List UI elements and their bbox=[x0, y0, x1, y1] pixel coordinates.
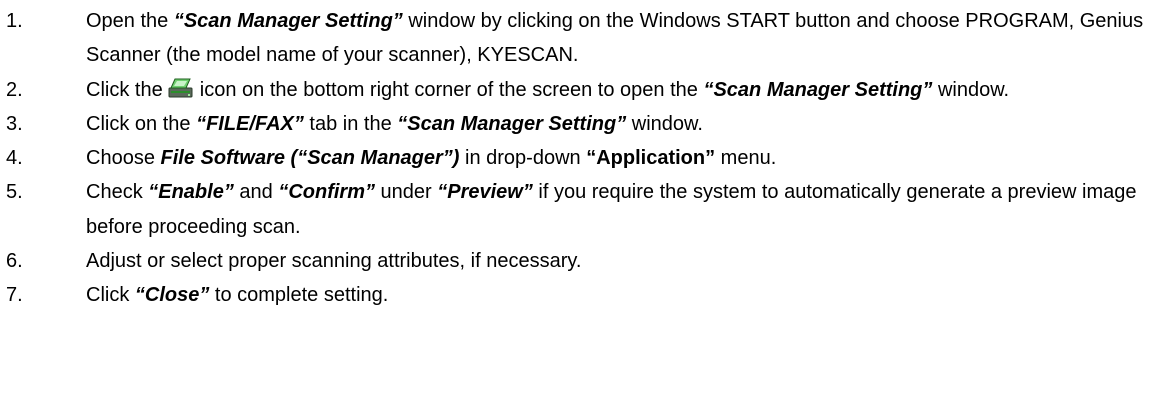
emphasis-text: “Confirm” bbox=[278, 181, 375, 204]
step-number: 7. bbox=[6, 284, 23, 307]
list-item: 6. Adjust or select proper scanning attr… bbox=[0, 244, 1159, 278]
step-text: Check bbox=[86, 181, 149, 204]
emphasis-text: “Enable” bbox=[148, 181, 234, 204]
list-item: 1. Open the “Scan Manager Setting” windo… bbox=[0, 4, 1159, 73]
step-number: 3. bbox=[6, 112, 23, 135]
step-text: in drop-down bbox=[459, 147, 587, 170]
instruction-list: 1. Open the “Scan Manager Setting” windo… bbox=[0, 4, 1159, 313]
list-item: 3. Click on the “FILE/FAX” tab in the “S… bbox=[0, 107, 1159, 141]
emphasis-text: “Preview” bbox=[437, 181, 533, 204]
emphasis-text: “FILE/FAX” bbox=[196, 112, 304, 135]
step-text: Click on the bbox=[86, 112, 197, 135]
step-text: Click the bbox=[86, 78, 169, 101]
step-text: Open the bbox=[86, 10, 174, 32]
step-text: Adjust or select proper scanning attribu… bbox=[86, 250, 582, 273]
emphasis-text: “Close” bbox=[134, 284, 210, 307]
step-text: to complete setting. bbox=[209, 284, 389, 307]
emphasis-text: “Scan Manager Setting” bbox=[173, 10, 403, 32]
scanner-tray-icon bbox=[168, 76, 194, 98]
step-number: 1. bbox=[6, 10, 23, 32]
step-text: window. bbox=[626, 112, 703, 135]
step-text: tab in the bbox=[303, 112, 398, 135]
step-text: under bbox=[374, 181, 438, 204]
step-text: window. bbox=[932, 78, 1010, 101]
step-number: 6. bbox=[6, 250, 23, 273]
emphasis-text: “Scan Manager Setting” bbox=[397, 112, 627, 135]
step-text: menu. bbox=[715, 147, 777, 170]
step-number: 4. bbox=[6, 147, 23, 170]
step-text: Choose bbox=[86, 147, 161, 170]
step-number: 2. bbox=[6, 78, 23, 101]
emphasis-text: “Application” bbox=[586, 147, 716, 170]
list-item: 7. Click “Close” to complete setting. bbox=[0, 278, 1159, 312]
step-number: 5. bbox=[6, 181, 23, 204]
emphasis-text: File Software (“Scan Manager”) bbox=[160, 147, 460, 170]
step-text: icon on the bottom right corner of the s… bbox=[194, 78, 704, 101]
list-item: 4. Choose File Software (“Scan Manager”)… bbox=[0, 141, 1159, 175]
step-text: Click bbox=[86, 284, 135, 307]
step-text: and bbox=[233, 181, 279, 204]
list-item: 5. Check “Enable” and “Confirm” under “P… bbox=[0, 175, 1159, 244]
emphasis-text: “Scan Manager Setting” bbox=[703, 78, 933, 101]
list-item: 2. Click the icon on the bottom right co… bbox=[0, 73, 1159, 107]
